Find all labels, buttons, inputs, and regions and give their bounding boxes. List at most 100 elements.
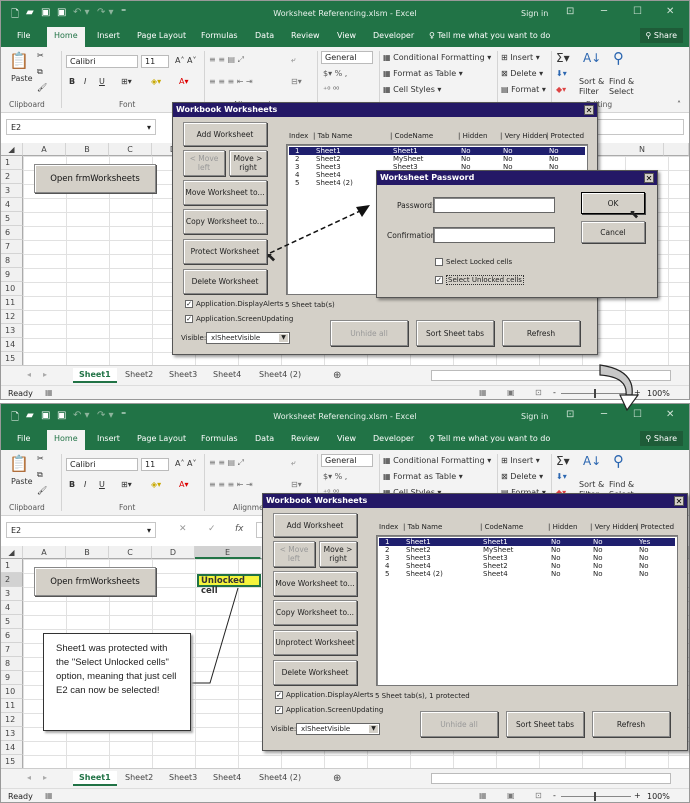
row-header[interactable]: 12 (1, 713, 23, 727)
format-painter-icon[interactable]: 🖌 (37, 83, 47, 92)
tab-formulas[interactable]: Formulas (201, 31, 238, 40)
unhide-all-button[interactable]: Unhide all (420, 711, 498, 737)
font-color-icon[interactable]: A▾ (179, 77, 189, 86)
currency-icon[interactable]: $▾ % , (323, 69, 347, 78)
copy-worksheet-button[interactable]: Copy Worksheet to... (273, 600, 357, 625)
password-input[interactable] (433, 197, 555, 213)
refresh-button[interactable]: Refresh (592, 711, 670, 737)
column-header-d[interactable]: D (152, 546, 195, 559)
sheet-tab-sheet2[interactable]: Sheet2 (119, 771, 159, 784)
ribbon-display-icon[interactable]: ⊡ (566, 409, 574, 420)
move-worksheet-button[interactable]: Move Worksheet to... (273, 571, 357, 596)
tab-page-layout[interactable]: Page Layout (137, 434, 186, 443)
insert-function-icon[interactable]: fx (235, 524, 244, 534)
font-size-select[interactable]: 11 (141, 55, 169, 68)
sort-sheet-tabs-button[interactable]: Sort Sheet tabs (506, 711, 584, 737)
list-row[interactable]: 5 Sheet4 (2) Sheet4 No No No (379, 570, 675, 578)
paste-button[interactable]: Paste (11, 477, 33, 486)
decimal-icon[interactable]: ⁺⁰ ⁰⁰ (323, 85, 339, 94)
autosum-icon[interactable]: Σ▾ (556, 51, 570, 65)
cut-icon[interactable]: ✂ (37, 51, 44, 60)
page-layout-view-icon[interactable]: ▣ (507, 388, 515, 397)
row-header[interactable]: 9 (1, 671, 23, 685)
close-icon[interactable]: ✕ (666, 409, 674, 420)
wrap-text-icon[interactable]: ⤶ (291, 458, 295, 468)
row-header[interactable]: 13 (1, 324, 23, 338)
find-select-button[interactable]: Find & Select (609, 77, 639, 97)
align-left-icon[interactable]: ≡ ≡ ≡ ⇤ ⇥ (209, 77, 253, 86)
sheet-tab-sheet4[interactable]: Sheet4 (207, 771, 247, 784)
row-header[interactable]: 7 (1, 643, 23, 657)
conditional-formatting-button[interactable]: ▦ Conditional Formatting ▾ (383, 53, 491, 62)
dropdown-icon[interactable]: ▾ (147, 123, 151, 132)
list-row[interactable]: 3 Sheet3 Sheet3 No No No (379, 554, 675, 562)
row-header[interactable]: 2 (1, 573, 23, 587)
font-name-select[interactable]: Calibri (66, 55, 138, 68)
cancel-button[interactable]: Cancel (581, 221, 645, 243)
font-grow-icon[interactable]: A˄ A˅ (175, 459, 197, 468)
move-right-button[interactable]: Move > right (319, 541, 357, 567)
page-layout-view-icon[interactable]: ▣ (507, 791, 515, 800)
row-header[interactable]: 1 (1, 156, 23, 170)
scroll-tabs-left-icon[interactable]: ◂ (21, 771, 37, 784)
insert-cells-button[interactable]: ⊞ Insert ▾ (501, 456, 540, 465)
cell-styles-button[interactable]: ▦ Cell Styles ▾ (383, 85, 441, 94)
row-header[interactable]: 12 (1, 310, 23, 324)
open-frmworksheets-button[interactable]: Open frmWorksheets (34, 567, 156, 596)
macro-record-icon[interactable]: ▦ (45, 791, 53, 800)
clear-icon[interactable]: ◆▾ (556, 85, 566, 94)
merge-icon[interactable]: ⊟▾ (291, 480, 302, 489)
row-header[interactable]: 15 (1, 755, 23, 769)
row-header[interactable]: 14 (1, 338, 23, 352)
open-frmworksheets-button[interactable]: Open frmWorksheets (34, 164, 156, 193)
display-alerts-checkbox[interactable]: ✓ Application.DisplayAlerts (275, 691, 373, 699)
tell-me-search[interactable]: ♀ Tell me what you want to do (429, 434, 550, 443)
font-size-select[interactable]: 11 (141, 458, 169, 471)
horizontal-scrollbar[interactable] (431, 773, 671, 784)
row-header[interactable]: 8 (1, 254, 23, 268)
tab-home[interactable]: Home (47, 27, 85, 47)
zoom-in-icon[interactable]: + (634, 791, 641, 800)
zoom-slider[interactable] (561, 792, 631, 801)
row-header[interactable]: 6 (1, 629, 23, 643)
dropdown-icon[interactable]: ▼ (369, 725, 378, 733)
name-box[interactable]: E2 ▾ (6, 119, 156, 135)
tab-file[interactable]: File (17, 31, 30, 40)
visible-select[interactable]: xlSheetVisible ▼ (206, 332, 290, 344)
column-header-n[interactable]: N (621, 143, 664, 156)
list-row[interactable]: 4 Sheet4 Sheet2 No No No (379, 562, 675, 570)
screen-updating-checkbox[interactable]: ✓ Application.ScreenUpdating (275, 706, 383, 714)
collapse-ribbon-icon[interactable]: ˄ (677, 100, 681, 109)
confirmation-input[interactable] (433, 227, 555, 243)
list-row[interactable]: 2 Sheet2 MySheet No No No (289, 155, 585, 163)
tell-me-search[interactable]: ♀ Tell me what you want to do (429, 31, 550, 40)
column-header-a[interactable]: A (23, 546, 66, 559)
bold-button[interactable]: B (69, 77, 75, 86)
move-left-button[interactable]: < Move left (183, 150, 225, 176)
sheet-tab-sheet1[interactable]: Sheet1 (73, 368, 117, 383)
share-button[interactable]: ⚲ Share (639, 28, 683, 43)
list-row[interactable]: 2 Sheet2 MySheet No No No (379, 546, 675, 554)
minimize-icon[interactable]: ─ (601, 6, 607, 17)
currency-icon[interactable]: $▾ % , (323, 472, 347, 481)
align-top-icon[interactable]: ≡ ≡ ▤ ⤢ (209, 458, 244, 468)
row-header[interactable]: 5 (1, 212, 23, 226)
dialog-close-icon[interactable]: ✕ (644, 173, 654, 183)
tab-page-layout[interactable]: Page Layout (137, 31, 186, 40)
macro-record-icon[interactable]: ▦ (45, 388, 53, 397)
underline-button[interactable]: U (99, 77, 105, 86)
insert-cells-button[interactable]: ⊞ Insert ▾ (501, 53, 540, 62)
column-header-a[interactable]: A (23, 143, 66, 156)
column-header-c[interactable]: C (109, 143, 152, 156)
move-worksheet-button[interactable]: Move Worksheet to... (183, 180, 267, 205)
row-header[interactable]: 10 (1, 282, 23, 296)
tab-review[interactable]: Review (291, 434, 320, 443)
unprotect-worksheet-button[interactable]: Unprotect Worksheet (273, 630, 357, 655)
sheet-tab-sheet4-2[interactable]: Sheet4 (2) (253, 771, 307, 784)
underline-button[interactable]: U (99, 480, 105, 489)
refresh-button[interactable]: Refresh (502, 320, 580, 346)
column-header-b[interactable]: B (66, 546, 109, 559)
page-break-view-icon[interactable]: ⊡ (535, 388, 542, 397)
scroll-tabs-right-icon[interactable]: ▸ (37, 771, 53, 784)
percent-button[interactable]: % (335, 69, 343, 78)
